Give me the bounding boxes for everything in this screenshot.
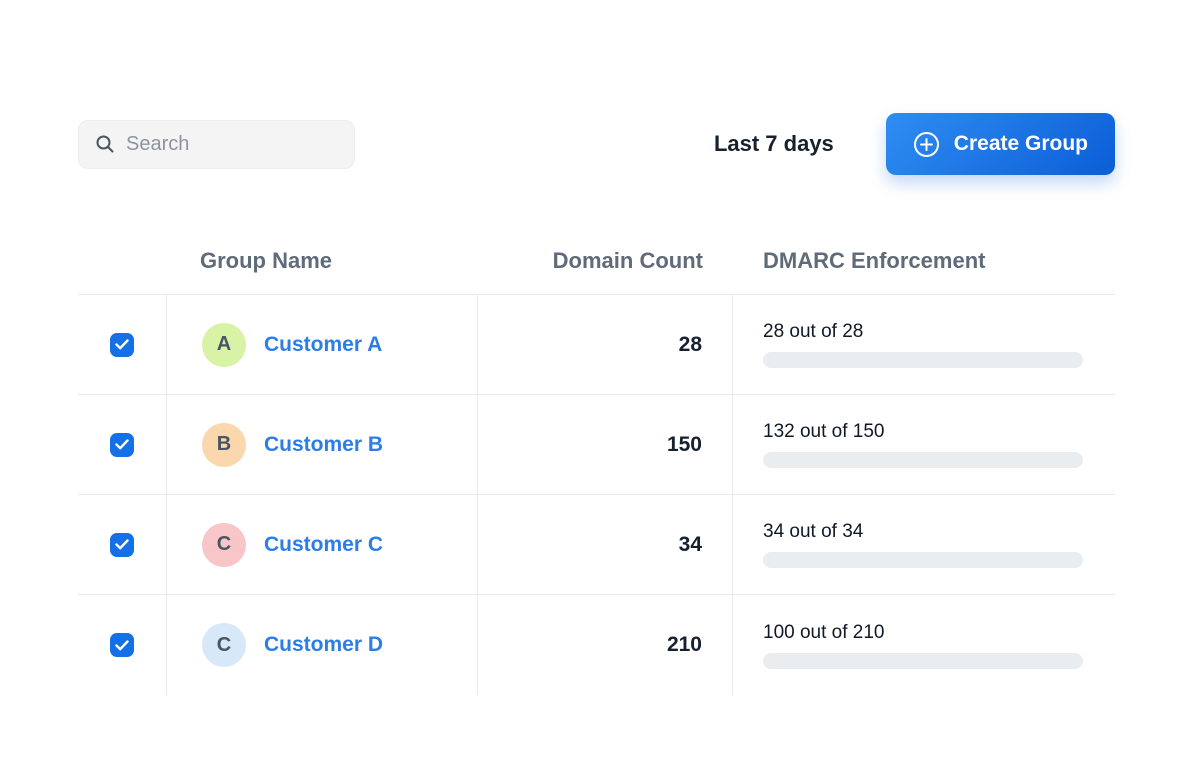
check-icon <box>115 439 129 450</box>
search-box[interactable] <box>78 120 355 169</box>
toolbar: Last 7 days Create Group <box>78 113 1115 175</box>
table-row: A Customer A 28 28 out of 28 <box>78 295 1115 395</box>
customer-link[interactable]: Customer D <box>264 633 383 657</box>
check-icon <box>115 339 129 350</box>
domain-count-cell: 28 <box>478 295 733 394</box>
domain-count-value: 28 <box>679 333 702 357</box>
avatar: C <box>202 523 246 567</box>
domain-count-cell: 210 <box>478 595 733 695</box>
domain-count-cell: 34 <box>478 495 733 594</box>
enforcement-progress <box>763 452 1083 468</box>
domain-count-value: 210 <box>667 633 702 657</box>
table-row: C Customer C 34 34 out of 34 <box>78 495 1115 595</box>
dmarc-cell: 28 out of 28 <box>733 295 1115 394</box>
row-checkbox[interactable] <box>110 333 134 357</box>
search-icon <box>95 134 115 154</box>
header-domain-count: Domain Count <box>478 248 733 274</box>
enforcement-label: 100 out of 210 <box>763 622 885 644</box>
enforcement-label: 132 out of 150 <box>763 421 885 443</box>
row-checkbox[interactable] <box>110 633 134 657</box>
avatar: A <box>202 323 246 367</box>
enforcement-progress <box>763 653 1083 669</box>
date-range-selector[interactable]: Last 7 days <box>714 131 834 157</box>
group-name-cell: B Customer B <box>167 395 478 494</box>
table-header-row: Group Name Domain Count DMARC Enforcemen… <box>78 228 1115 295</box>
avatar: C <box>202 623 246 667</box>
domain-count-value: 150 <box>667 433 702 457</box>
dashboard-card: Last 7 days Create Group Group Name Doma… <box>0 0 1200 778</box>
groups-table: Group Name Domain Count DMARC Enforcemen… <box>78 228 1115 695</box>
toolbar-right: Last 7 days Create Group <box>714 113 1115 175</box>
enforcement-label: 34 out of 34 <box>763 521 863 543</box>
plus-circle-icon <box>913 131 940 158</box>
dmarc-cell: 34 out of 34 <box>733 495 1115 594</box>
check-icon <box>115 640 129 651</box>
create-group-button[interactable]: Create Group <box>886 113 1115 175</box>
customer-link[interactable]: Customer B <box>264 433 383 457</box>
table-row: C Customer D 210 100 out of 210 <box>78 595 1115 695</box>
search-input[interactable] <box>126 133 338 156</box>
checkbox-cell <box>78 595 167 695</box>
check-icon <box>115 539 129 550</box>
table-row: B Customer B 150 132 out of 150 <box>78 395 1115 495</box>
create-group-label: Create Group <box>954 132 1088 156</box>
enforcement-progress <box>763 552 1083 568</box>
header-group-name: Group Name <box>167 248 478 274</box>
group-name-cell: A Customer A <box>167 295 478 394</box>
checkbox-cell <box>78 395 167 494</box>
enforcement-label: 28 out of 28 <box>763 321 863 343</box>
customer-link[interactable]: Customer A <box>264 333 382 357</box>
group-name-cell: C Customer D <box>167 595 478 695</box>
enforcement-progress <box>763 352 1083 368</box>
avatar: B <box>202 423 246 467</box>
domain-count-cell: 150 <box>478 395 733 494</box>
checkbox-cell <box>78 495 167 594</box>
row-checkbox[interactable] <box>110 433 134 457</box>
customer-link[interactable]: Customer C <box>264 533 383 557</box>
checkbox-cell <box>78 295 167 394</box>
dmarc-cell: 132 out of 150 <box>733 395 1115 494</box>
domain-count-value: 34 <box>679 533 702 557</box>
dmarc-cell: 100 out of 210 <box>733 595 1115 695</box>
header-dmarc-enforcement: DMARC Enforcement <box>733 248 1115 274</box>
group-name-cell: C Customer C <box>167 495 478 594</box>
row-checkbox[interactable] <box>110 533 134 557</box>
